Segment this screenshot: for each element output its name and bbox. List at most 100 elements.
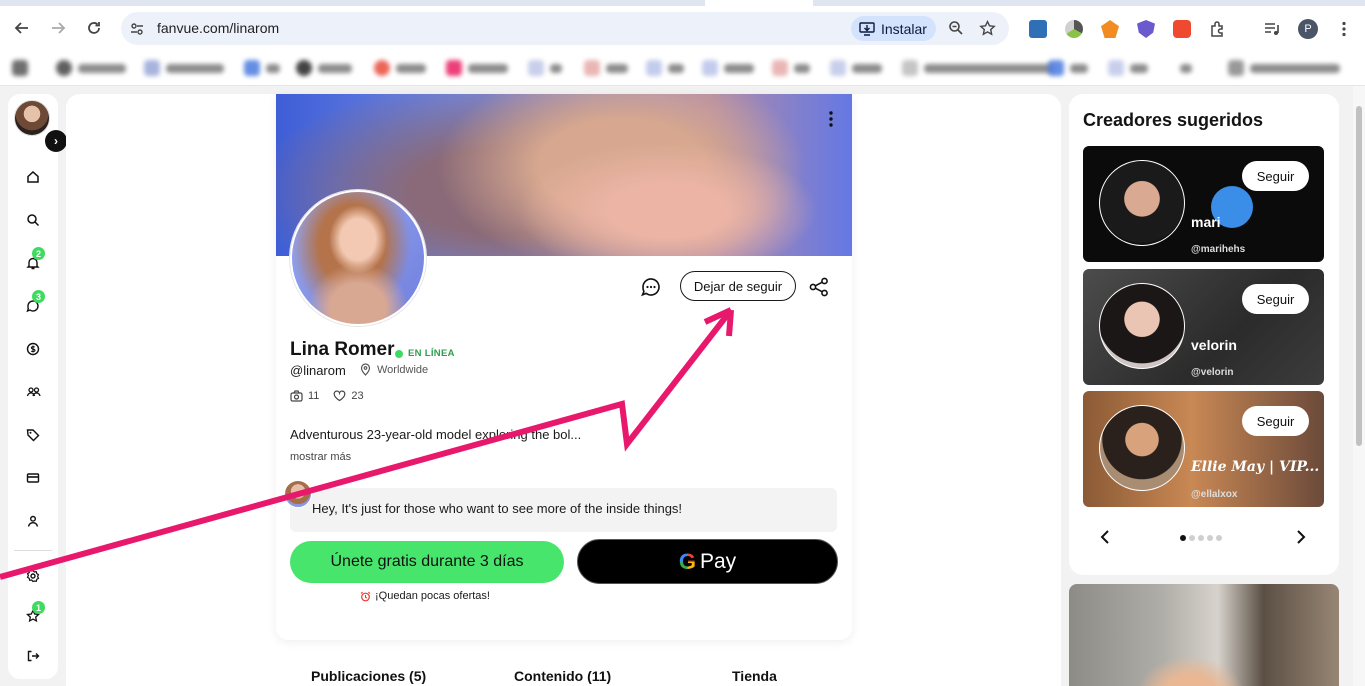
bookmark-1[interactable] — [12, 59, 28, 77]
bookmark-4[interactable] — [244, 59, 280, 77]
browser-toolbar: fanvue.com/linarom Instalar P — [0, 6, 1365, 50]
profile-icon[interactable] — [24, 512, 42, 530]
creator-avatar — [1099, 283, 1185, 369]
user-avatar[interactable] — [14, 100, 50, 136]
follow-button[interactable]: Seguir — [1242, 284, 1309, 314]
chevron-left-icon[interactable] — [1099, 529, 1111, 550]
install-icon — [859, 21, 875, 36]
url-text[interactable]: fanvue.com/linarom — [157, 20, 279, 36]
scrollbar-thumb[interactable] — [1356, 106, 1362, 446]
search-icon[interactable] — [24, 211, 42, 229]
carousel-dot[interactable] — [1207, 535, 1213, 541]
logout-icon[interactable] — [24, 647, 42, 665]
tab-shop[interactable]: Tienda — [732, 668, 777, 684]
extension-5-icon[interactable] — [1173, 20, 1191, 38]
more-options-icon[interactable] — [828, 110, 834, 133]
extensions-puzzle-icon[interactable] — [1209, 20, 1227, 38]
home-icon[interactable] — [24, 168, 42, 186]
bookmark-5[interactable] — [296, 59, 352, 77]
zoom-icon[interactable] — [948, 20, 964, 41]
bookmark-8[interactable] — [528, 59, 562, 77]
bookmark-star-icon[interactable] — [979, 19, 996, 42]
media-icon — [290, 390, 303, 402]
message-icon[interactable] — [640, 276, 662, 303]
unfollow-button[interactable]: Dejar de seguir — [680, 271, 796, 301]
suggested-carousel-controls — [1083, 526, 1324, 550]
tab-posts[interactable]: Publicaciones (5) — [311, 668, 426, 684]
profile-bio: Adventurous 23-year-old model exploring … — [290, 427, 582, 442]
creator-name: Ellie May | VIP... — [1191, 459, 1320, 475]
address-bar[interactable]: fanvue.com/linarom Instalar — [121, 12, 1009, 45]
extension-2-icon[interactable] — [1065, 20, 1083, 38]
subscriptions-icon[interactable] — [24, 383, 42, 401]
install-button[interactable]: Instalar — [851, 16, 936, 41]
location: Worldwide — [360, 363, 428, 376]
creator-avatar — [1099, 160, 1185, 246]
creator-card-mari[interactable]: mari @marihehs Seguir — [1083, 146, 1324, 262]
expand-sidebar-button[interactable]: › — [45, 130, 67, 152]
site-settings-icon[interactable] — [129, 21, 145, 42]
bookmark-9[interactable] — [584, 59, 628, 77]
google-pay-button[interactable]: G Pay — [577, 539, 838, 584]
chevron-right-icon[interactable] — [1295, 529, 1307, 550]
carousel-dots — [1180, 535, 1222, 541]
profile-card: Dejar de seguir Lina Romer EN LÍNEA @lin… — [276, 94, 852, 640]
promo-image[interactable] — [1069, 584, 1339, 686]
join-free-button[interactable]: Únete gratis durante 3 días — [290, 541, 564, 583]
creator-card-velorin[interactable]: velorin @velorin Seguir — [1083, 269, 1324, 385]
share-icon[interactable] — [808, 276, 830, 303]
creator-card-ellie[interactable]: Ellie May | VIP... @ellalxox Seguir — [1083, 391, 1324, 507]
follow-button[interactable]: Seguir — [1242, 161, 1309, 191]
media-stat: 11 — [290, 390, 319, 402]
bookmark-15[interactable] — [1048, 59, 1088, 77]
metamask-icon[interactable] — [1101, 20, 1119, 38]
creator-handle: @velorin — [1191, 367, 1234, 378]
forward-icon[interactable] — [48, 18, 68, 38]
suggested-creators-panel: Creadores sugeridos mari @marihehs Segui… — [1069, 94, 1339, 575]
online-dot — [395, 349, 403, 358]
carousel-dot[interactable] — [1216, 535, 1222, 541]
bookmark-10[interactable] — [646, 59, 684, 77]
profile-picture[interactable] — [290, 190, 426, 326]
media-control-icon[interactable] — [1263, 20, 1281, 38]
profile-avatar[interactable]: P — [1298, 19, 1318, 39]
profile-handle: @linarom — [290, 363, 346, 378]
google-g-icon: G — [678, 548, 696, 574]
follow-button[interactable]: Seguir — [1242, 406, 1309, 436]
carousel-dot[interactable] — [1198, 535, 1204, 541]
back-icon[interactable] — [12, 18, 32, 38]
bookmark-3[interactable] — [144, 59, 224, 77]
carousel-dot[interactable] — [1189, 535, 1195, 541]
bookmark-12[interactable] — [772, 59, 810, 77]
carousel-dot[interactable] — [1180, 535, 1186, 541]
creator-name: velorin — [1191, 337, 1237, 353]
tag-icon[interactable] — [24, 426, 42, 444]
browser-menu-icon[interactable] — [1335, 20, 1353, 38]
show-more-link[interactable]: mostrar más — [290, 451, 351, 463]
bookmarks-bar — [0, 50, 1365, 86]
page-scrollbar[interactable] — [1353, 86, 1365, 686]
shield-extension-icon[interactable] — [1137, 20, 1155, 38]
bookmark-16[interactable] — [1108, 59, 1148, 77]
earnings-icon[interactable] — [24, 340, 42, 358]
bookmark-6[interactable] — [374, 59, 426, 77]
reload-icon[interactable] — [84, 18, 104, 38]
bookmark-14[interactable] — [902, 59, 1054, 77]
bookmarks-overflow[interactable] — [1180, 59, 1192, 77]
bookmark-7[interactable] — [446, 59, 508, 77]
bookmark-2[interactable] — [56, 59, 126, 77]
welcome-message-avatar — [284, 480, 312, 508]
likes-stat: 23 — [333, 390, 364, 402]
creator-handle: @ellalxox — [1191, 489, 1238, 500]
all-bookmarks[interactable] — [1228, 59, 1340, 77]
extension-1-icon[interactable] — [1029, 20, 1047, 38]
bookmark-13[interactable] — [830, 59, 882, 77]
card-icon[interactable] — [24, 469, 42, 487]
suggested-title: Creadores sugeridos — [1083, 110, 1264, 130]
tab-content[interactable]: Contenido (11) — [514, 668, 611, 684]
bookmark-11[interactable] — [702, 59, 754, 77]
settings-icon[interactable] — [24, 567, 42, 585]
notifications-badge: 2 — [32, 247, 45, 260]
location-pin-icon — [360, 363, 371, 376]
creator-handle: @marihehs — [1191, 244, 1246, 255]
